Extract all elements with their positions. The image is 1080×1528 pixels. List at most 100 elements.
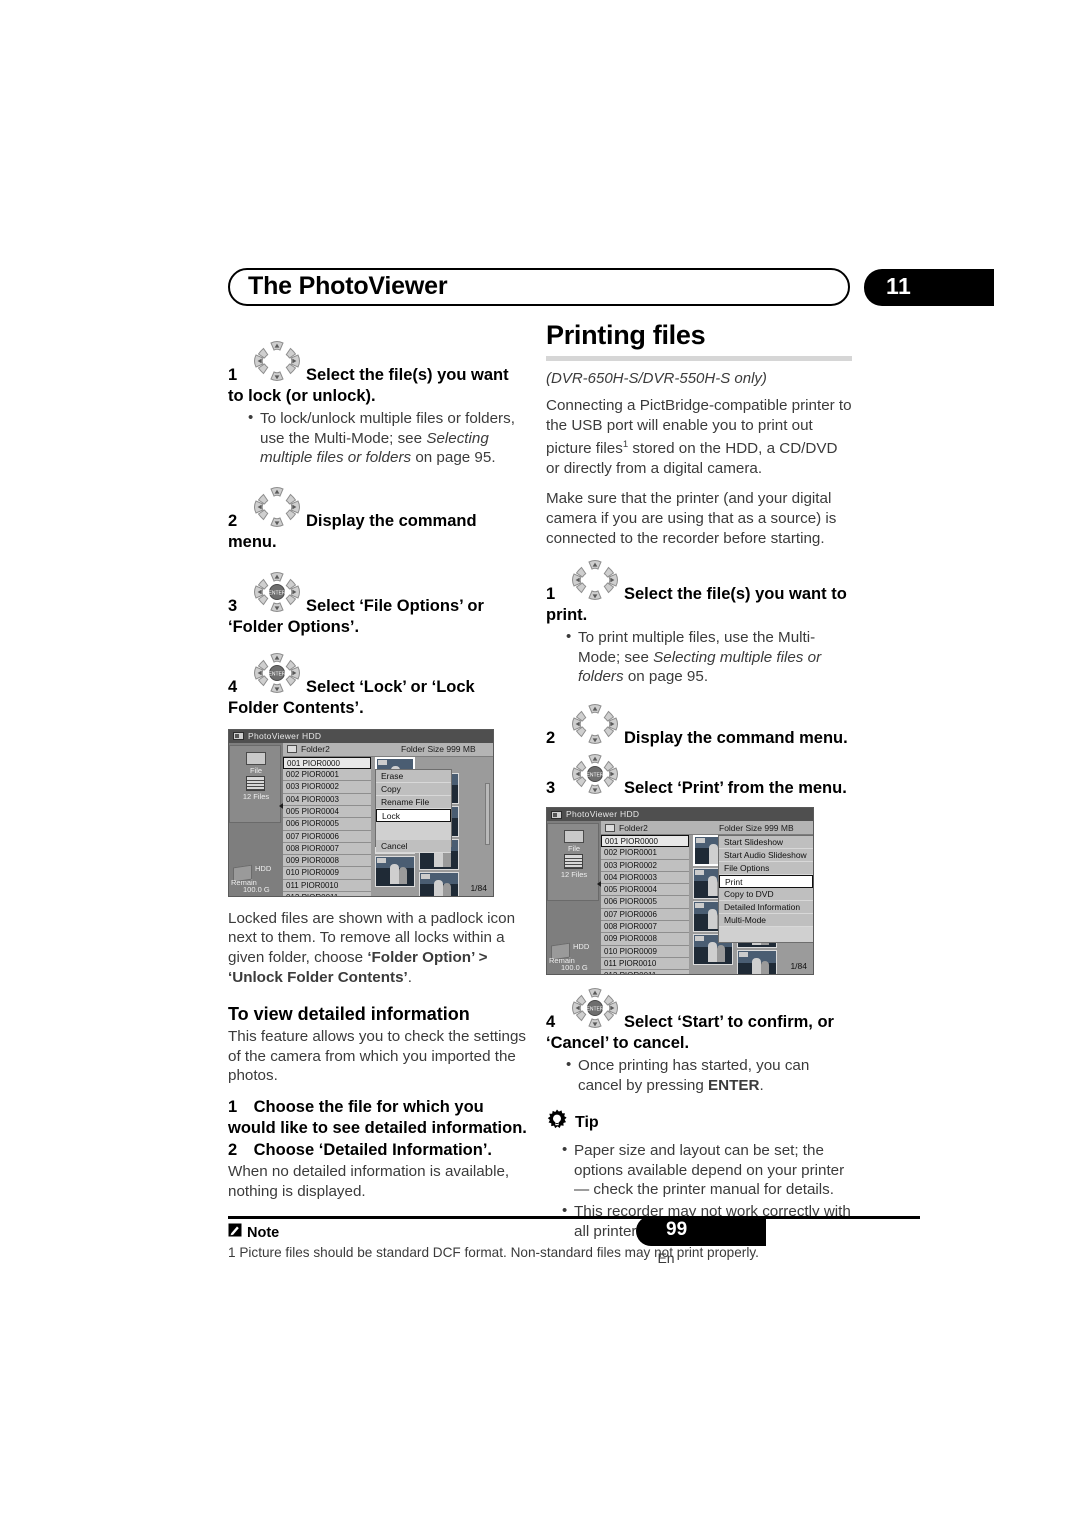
tv-menu-item[interactable]: Erase [376,769,451,783]
tv-files-count: 12 Files [242,791,270,801]
svg-text:ENTER: ENTER [587,773,604,779]
step-bullets: To print multiple files, use the Multi-M… [546,627,852,687]
step-number: 2 [228,1140,238,1159]
tv-file-row[interactable]: 005 PIOR0004 [283,805,371,819]
tv-folder-bar: Folder2 Folder Size 999 MB [283,742,493,757]
photoviewer-icon [233,732,244,741]
tv-file-row[interactable]: 012 PIOR0011 [601,970,689,974]
tv-remain-value: 100.0 G [561,963,588,972]
tv-file-row[interactable]: 011 PIOR0010 [601,957,689,971]
tv-folder-name: Folder2 [301,744,330,755]
bullet-item: To print multiple files, use the Multi-M… [566,627,852,687]
step-number: 2 [546,729,556,747]
tv-menu-item[interactable]: Multi-Mode [719,914,813,927]
tv-file-list[interactable]: 001 PIOR0000 002 PIOR0001 003 PIOR0002 004 … [283,756,371,896]
bullet-pre: Once printing has started, you can cance… [578,1057,810,1094]
tv-file-row[interactable]: 002 PIOR0001 [283,769,371,782]
left-column: 1 Select the file(s) you want to lock (o… [228,340,528,1212]
tv-menu-item[interactable]: Start Slideshow [719,836,813,849]
note-header: Note [228,1223,920,1242]
step-lock-2: 2 Display the command menu. [228,486,528,553]
svg-text:ENTER: ENTER [587,1007,604,1013]
step-print-4: 4 ENTER Select ‘Start’ to confirm, or ‘C… [546,987,852,1095]
thumbnail[interactable] [737,950,777,974]
tv-context-menu[interactable]: Start Slideshow Start Audio Slideshow File… [718,835,813,943]
folder-icon [287,745,297,754]
bullet-bold: ENTER [708,1076,760,1094]
tv-menu-item[interactable]: Copy to DVD [719,888,813,901]
step-number: 3 [546,779,556,797]
tv-file-row[interactable]: 001 PIOR0000 [283,756,371,770]
tv-side-box: File 12 Files [547,823,599,901]
step-number: 4 [228,677,238,696]
step-lock-1: 1 Select the file(s) you want to lock (o… [228,340,528,468]
tv-menu-item[interactable]: Lock [376,808,451,822]
tv-menu-item[interactable]: File Options [719,862,813,875]
tv-menu-item[interactable]: Print [719,875,813,888]
bullet-post: on page 95. [411,449,496,467]
tv-file-row[interactable]: 010 PIOR0009 [601,945,689,958]
thumbnail[interactable] [375,855,415,887]
model-note: (DVR-650H-S/DVR-550H-S only) [546,370,767,387]
page-number-badge: 99 [636,1216,766,1246]
page-number: 99 [666,1219,688,1240]
tv-file-row[interactable]: 009 PIOR0008 [283,855,371,868]
locked-files-post: . [407,968,412,986]
svg-text:ENTER: ENTER [269,671,286,677]
locked-files-note: Locked files are shown with a padlock ic… [228,909,528,987]
page-language: En [657,1250,675,1266]
tv-file-row[interactable]: 003 PIOR0002 [283,781,371,794]
page-footer: Note 1 Picture files should be standard … [228,1216,920,1261]
tv-hdd-box: HDD Remain 100.0 G [549,938,599,972]
tv-file-row[interactable]: 008 PIOR0007 [601,921,689,934]
tv-file-row[interactable]: 009 PIOR0008 [601,933,689,946]
tv-file-row[interactable]: 002 PIOR0001 [601,847,689,860]
tv-file-row[interactable]: 005 PIOR0004 [601,884,689,897]
tv-file-row[interactable]: 007 PIOR0006 [601,908,689,922]
tv-file-row[interactable]: 008 PIOR0007 [283,842,371,856]
step-text: Choose the file for which you would like… [228,1097,527,1137]
tv-file-row[interactable]: 011 PIOR0010 [283,879,371,893]
folder-icon [605,823,615,832]
step-number: 3 [228,596,238,615]
step-number: 2 [228,511,238,530]
step-number: 1 [546,585,556,604]
tv-title-bar: PhotoViewer HDD [229,729,493,743]
tip-label: Tip [575,1113,599,1131]
lightbulb-icon [546,1109,568,1136]
detailed-info-heading: To view detailed information [228,1004,470,1025]
tv-menu-item[interactable]: Cancel [376,839,451,853]
tv-file-row[interactable]: 012 PIOR0011 [283,892,371,896]
tv-menu-item[interactable]: Start Audio Slideshow [719,849,813,862]
step-bullets: Once printing has started, you can cance… [546,1055,852,1095]
manual-page: The PhotoViewer 11 1 Select the file(s) … [0,0,1080,1528]
tv-folder-size: Folder Size 999 MB [719,822,794,833]
screenshot-lock-menu: PhotoViewer HDD File 12 Files HDD Remain… [228,728,494,897]
screenshot-print-menu: PhotoViewer HDD File 12 Files HDD Remain… [546,807,814,975]
tv-menu-item[interactable]: Copy [376,782,451,796]
tv-context-menu[interactable]: Erase Copy Rename File Lock Cancel [375,768,452,853]
tv-file-row[interactable]: 010 PIOR0009 [283,867,371,880]
heading-rule [546,356,852,361]
tv-file-row[interactable]: 004 PIOR0003 [601,871,689,885]
tv-file-row[interactable]: 006 PIOR0005 [283,818,371,831]
right-column: Printing files (DVR-650H-S/DVR-550H-S on… [546,320,852,1243]
scrollbar[interactable] [485,782,490,845]
tv-hdd-label: HDD [255,863,272,873]
printing-files-heading: Printing files [546,320,706,350]
files-grid-icon [564,854,583,869]
step-number: 1 [228,1097,238,1116]
thumbnail[interactable] [419,871,459,896]
joypad-arrows-icon [250,340,304,386]
tv-file-row[interactable]: 004 PIOR0003 [283,793,371,806]
bullet-post: on page 95. [623,668,709,686]
tv-menu-item[interactable]: Detailed Information [719,901,813,914]
tv-file-row[interactable]: 003 PIOR0002 [601,859,689,872]
tv-file-list[interactable]: 001 PIOR0000 002 PIOR0001 003 PIOR0002 004 … [601,835,689,974]
step-number: 1 [228,366,238,384]
tv-file-row[interactable]: 001 PIOR0000 [601,835,689,848]
tv-menu-item[interactable]: Rename File [376,795,451,809]
tv-file-row[interactable]: 007 PIOR0006 [283,830,371,843]
tv-title-text: PhotoViewer HDD [566,809,640,819]
tv-file-row[interactable]: 006 PIOR0005 [601,896,689,909]
